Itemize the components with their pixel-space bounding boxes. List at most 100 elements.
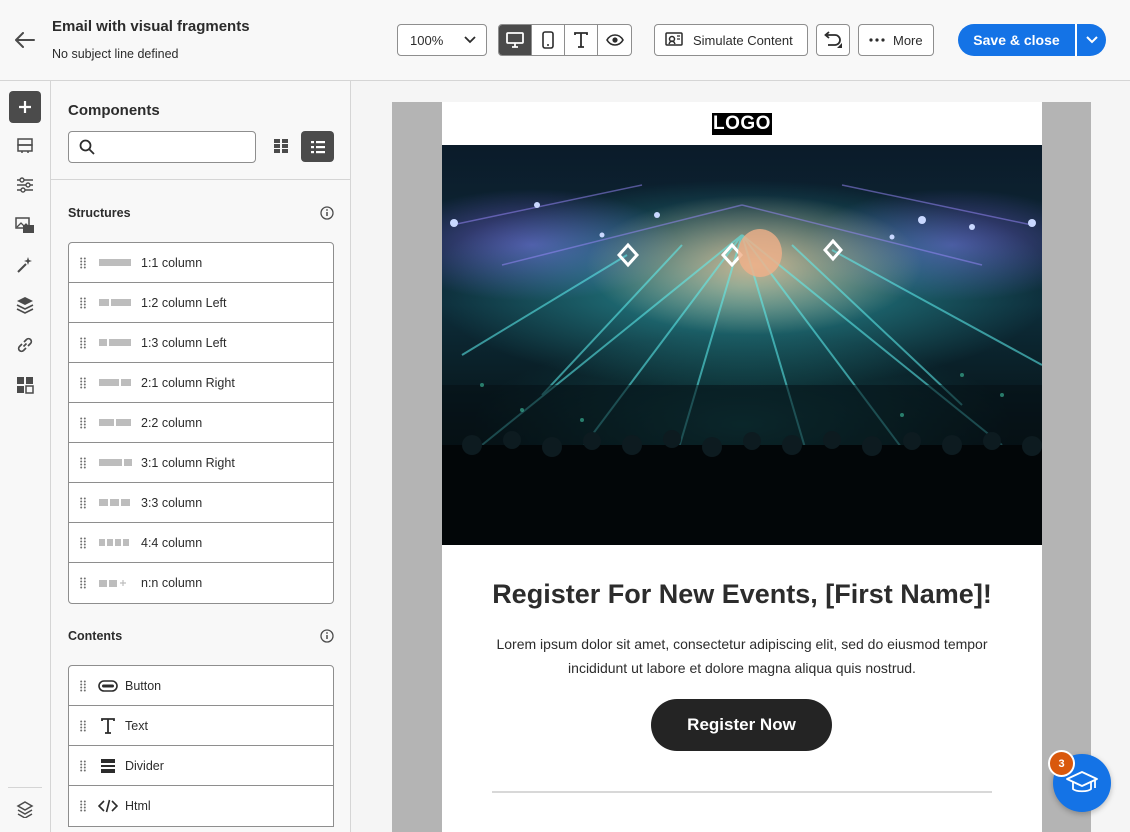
structure-item-1-2-left[interactable]: 1:2 column Left — [69, 283, 333, 323]
rail-layers-button[interactable] — [9, 289, 41, 321]
email-divider[interactable] — [492, 791, 992, 793]
drag-handle-icon[interactable] — [69, 680, 97, 692]
content-label: Button — [125, 678, 162, 693]
drag-handle-icon[interactable] — [69, 377, 97, 389]
structures-header: Structures — [68, 206, 334, 220]
drag-handle-icon[interactable] — [69, 337, 97, 349]
mobile-icon — [542, 31, 554, 49]
email-body[interactable]: LOGO Register For New Events, [First Nam… — [442, 102, 1042, 832]
rail-personalize-button[interactable] — [9, 249, 41, 281]
register-now-button[interactable]: Register Now — [651, 699, 832, 751]
notification-badge: 3 — [1048, 750, 1075, 777]
button-icon — [97, 679, 119, 692]
drag-handle-icon[interactable] — [69, 257, 97, 269]
zoom-value: 100% — [410, 32, 444, 48]
layout-3-1-icon — [99, 459, 133, 467]
more-button[interactable]: More — [858, 24, 934, 56]
rail-apps-button[interactable] — [9, 369, 41, 401]
structure-label: 2:2 column — [141, 415, 203, 430]
drag-handle-icon[interactable] — [69, 800, 97, 812]
simulate-icon — [665, 32, 683, 46]
layout-4-4-icon — [99, 539, 133, 547]
body-line-2: incididunt ut labore et dolore magna ali… — [568, 660, 916, 676]
content-item-html[interactable]: Html — [69, 786, 333, 826]
divider-icon — [97, 758, 119, 774]
drag-handle-icon[interactable] — [69, 457, 97, 469]
desktop-view-button[interactable] — [499, 25, 532, 55]
text-icon — [97, 717, 119, 734]
email-body-text[interactable]: Lorem ipsum dolor sit amet, consectetur … — [482, 632, 1002, 680]
title-block: Email with visual fragments No subject l… — [52, 18, 250, 61]
text-icon — [574, 32, 588, 48]
structure-item-n-n[interactable]: n:n column — [69, 563, 333, 603]
layout-1-1-icon — [99, 259, 133, 267]
link-icon — [17, 337, 33, 353]
content-item-button[interactable]: Button — [69, 666, 333, 706]
content-item-text[interactable]: Text — [69, 706, 333, 746]
rail-links-button[interactable] — [9, 329, 41, 361]
structure-item-1-3-left[interactable]: 1:3 column Left — [69, 323, 333, 363]
structure-item-3-1-right[interactable]: 3:1 column Right — [69, 443, 333, 483]
undo-button[interactable] — [816, 24, 850, 56]
layers-learn-icon — [16, 801, 34, 818]
simulate-content-label: Simulate Content — [693, 32, 793, 48]
mobile-view-button[interactable] — [532, 25, 565, 55]
layout-2-2-icon — [99, 419, 133, 427]
content-label: Html — [125, 799, 151, 813]
drag-handle-icon[interactable] — [69, 577, 97, 589]
simulate-content-button[interactable]: Simulate Content — [654, 24, 808, 56]
chevron-down-icon — [464, 36, 476, 44]
structure-label: 1:1 column — [141, 255, 203, 270]
panel-title: Components — [68, 102, 160, 119]
save-close-button[interactable]: Save & close — [958, 24, 1075, 56]
preview-button[interactable] — [598, 25, 631, 55]
search-input[interactable] — [103, 139, 253, 155]
content-item-divider[interactable]: Divider — [69, 746, 333, 786]
structure-item-2-1-right[interactable]: 2:1 column Right — [69, 363, 333, 403]
structure-label: 3:3 column — [141, 495, 203, 510]
drag-handle-icon[interactable] — [69, 297, 97, 309]
info-icon[interactable] — [320, 206, 334, 220]
rail-assets-button[interactable] — [9, 209, 41, 241]
body-line-1: Lorem ipsum dolor sit amet, consectetur … — [496, 636, 988, 652]
page-title: Email with visual fragments — [52, 18, 250, 35]
structure-item-4-4[interactable]: 4:4 column — [69, 523, 333, 563]
subject-line-status: No subject line defined — [52, 47, 179, 61]
apps-grid-icon — [17, 377, 34, 394]
grid-view-button[interactable] — [266, 131, 296, 161]
component-search[interactable] — [68, 131, 256, 163]
desktop-icon — [506, 32, 524, 48]
email-headline[interactable]: Register For New Events, [First Name]! — [442, 579, 1042, 610]
drag-handle-icon[interactable] — [69, 760, 97, 772]
preview-mode-toggle — [498, 24, 632, 56]
back-arrow-icon[interactable] — [12, 28, 38, 52]
structure-item-2-2[interactable]: 2:2 column — [69, 403, 333, 443]
email-logo[interactable]: LOGO — [712, 113, 772, 135]
structure-item-3-3[interactable]: 3:3 column — [69, 483, 333, 523]
drag-handle-icon[interactable] — [69, 417, 97, 429]
drag-handle-icon[interactable] — [69, 537, 97, 549]
rail-components-button[interactable] — [9, 91, 41, 123]
text-view-button[interactable] — [565, 25, 598, 55]
info-icon[interactable] — [320, 629, 334, 643]
drag-handle-icon[interactable] — [69, 720, 97, 732]
rail-learn-button[interactable] — [9, 793, 41, 825]
eye-icon — [605, 34, 624, 46]
rail-settings-button[interactable] — [9, 169, 41, 201]
structure-item-1-1[interactable]: 1:1 column — [69, 243, 333, 283]
save-options-button[interactable] — [1075, 24, 1106, 56]
search-icon — [79, 139, 95, 155]
zoom-dropdown[interactable]: 100% — [397, 24, 487, 56]
chevron-down-icon — [1085, 36, 1098, 44]
left-rail — [0, 81, 51, 832]
sliders-icon — [17, 177, 33, 193]
drag-handle-icon[interactable] — [69, 497, 97, 509]
rail-fragments-button[interactable] — [9, 129, 41, 161]
layout-2-1-icon — [99, 379, 133, 387]
fragments-icon — [17, 138, 33, 153]
hero-image[interactable] — [442, 145, 1042, 545]
email-canvas: LOGO Register For New Events, [First Nam… — [352, 82, 1130, 832]
code-icon — [97, 799, 119, 813]
list-view-button[interactable] — [301, 131, 334, 162]
layout-3-3-icon — [99, 499, 133, 507]
